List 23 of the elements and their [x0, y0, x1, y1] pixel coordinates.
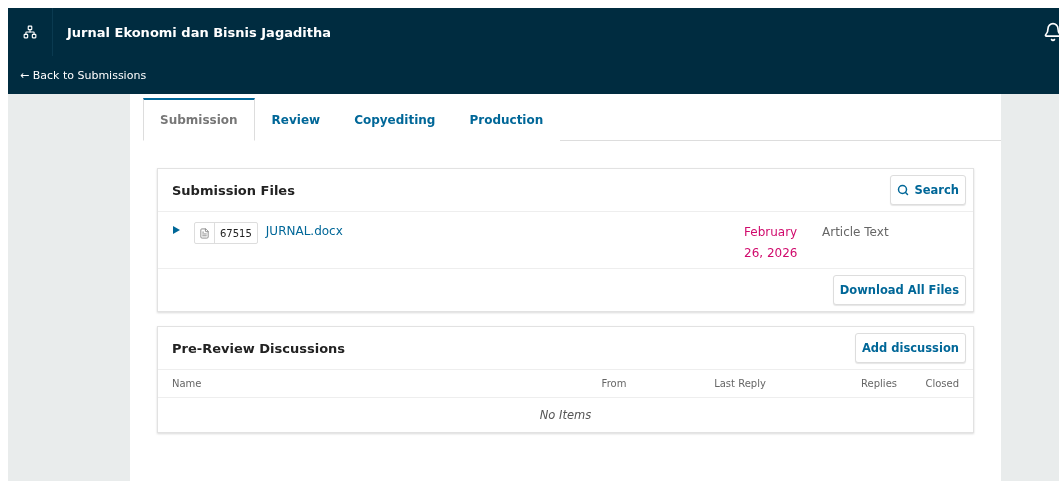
column-header: Replies: [860, 378, 897, 389]
file-type: Article Text: [822, 224, 890, 241]
search-icon: [897, 184, 910, 196]
file-link[interactable]: JURNAL.docx: [265, 224, 744, 238]
sitemap-icon[interactable]: [23, 25, 37, 39]
journal-title: Jurnal Ekonomi dan Bisnis Jagaditha: [67, 24, 332, 40]
download-all-button[interactable]: Download All Files: [832, 275, 966, 305]
column-header: Closed: [924, 378, 959, 389]
empty-message: No Items: [539, 408, 592, 422]
panel-title: Pre-Review Discussions: [172, 340, 346, 356]
file-date: February 26, 2026: [744, 224, 799, 262]
search-button[interactable]: Search: [890, 175, 966, 205]
column-header: From: [600, 378, 628, 389]
add-discussion-button[interactable]: Add discussion: [854, 333, 966, 363]
document-icon: [199, 227, 210, 239]
column-header: Name: [172, 378, 203, 389]
tab[interactable]: Submission: [143, 98, 255, 141]
panel-title: Submission Files: [172, 182, 295, 198]
back-link[interactable]: ← Back to Submissions: [20, 68, 147, 82]
column-header: Last Reply: [713, 378, 767, 389]
file-id: 67515: [219, 227, 253, 239]
notification-icon[interactable]: [1043, 22, 1059, 42]
caret-icon[interactable]: [172, 226, 180, 234]
